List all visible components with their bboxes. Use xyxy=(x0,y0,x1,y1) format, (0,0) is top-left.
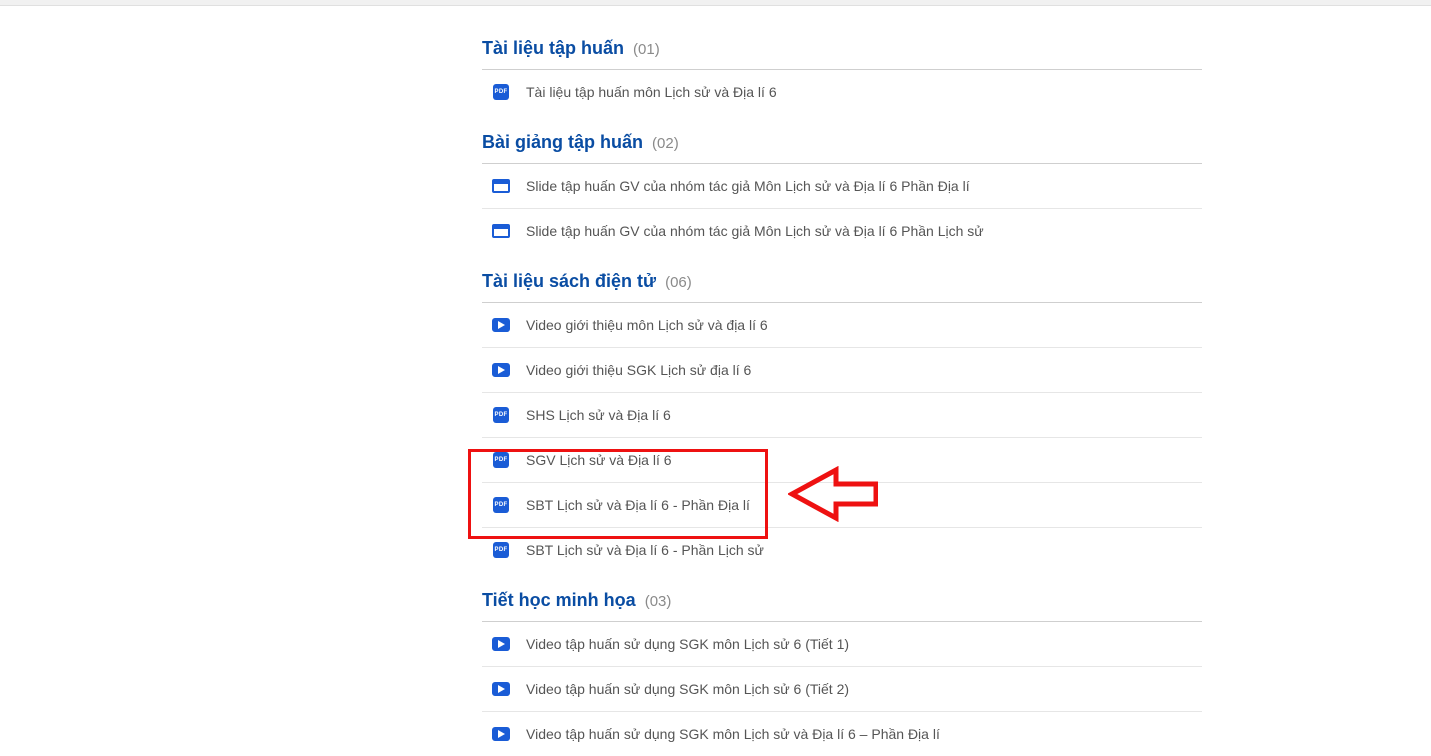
browser-chrome-sliver xyxy=(0,0,1431,6)
section-header: Tiết học minh họa (03) xyxy=(482,590,1202,622)
section-title: Tài liệu tập huấn xyxy=(482,38,624,58)
slide-icon xyxy=(490,179,512,193)
item-label: Slide tập huấn GV của nhóm tác giả Môn L… xyxy=(526,178,970,194)
list-item[interactable]: PDF Tài liệu tập huấn môn Lịch sử và Địa… xyxy=(482,70,1202,114)
item-label: Video tập huấn sử dụng SGK môn Lịch sử 6… xyxy=(526,681,849,697)
section-header: Tài liệu tập huấn (01) xyxy=(482,38,1202,70)
pdf-icon: PDF xyxy=(490,84,512,100)
item-label: Slide tập huấn GV của nhóm tác giả Môn L… xyxy=(526,223,984,239)
section-title: Tiết học minh họa xyxy=(482,590,636,610)
section-bai-giang-tap-huan: Bài giảng tập huấn (02) Slide tập huấn G… xyxy=(482,132,1202,253)
item-label: SBT Lịch sử và Địa lí 6 - Phần Địa lí xyxy=(526,497,750,513)
section-count: (03) xyxy=(645,593,672,610)
slide-icon xyxy=(490,224,512,238)
list-item[interactable]: PDF SBT Lịch sử và Địa lí 6 - Phần Địa l… xyxy=(482,483,1202,528)
list-item[interactable]: Video giới thiệu SGK Lịch sử địa lí 6 xyxy=(482,348,1202,393)
section-tai-lieu-tap-huan: Tài liệu tập huấn (01) PDF Tài liệu tập … xyxy=(482,38,1202,114)
item-label: Tài liệu tập huấn môn Lịch sử và Địa lí … xyxy=(526,84,777,100)
list-item[interactable]: Video tập huấn sử dụng SGK môn Lịch sử v… xyxy=(482,712,1202,756)
document-list: Tài liệu tập huấn (01) PDF Tài liệu tập … xyxy=(482,10,1202,756)
video-icon xyxy=(490,682,512,696)
video-icon xyxy=(490,727,512,741)
item-label: SBT Lịch sử và Địa lí 6 - Phần Lịch sử xyxy=(526,542,764,558)
pdf-icon: PDF xyxy=(490,452,512,468)
list-item[interactable]: Video tập huấn sử dụng SGK môn Lịch sử 6… xyxy=(482,667,1202,712)
list-item[interactable]: Video tập huấn sử dụng SGK môn Lịch sử 6… xyxy=(482,622,1202,667)
item-label: Video tập huấn sử dụng SGK môn Lịch sử 6… xyxy=(526,636,849,652)
page-root: Tài liệu tập huấn (01) PDF Tài liệu tập … xyxy=(0,0,1431,756)
section-count: (06) xyxy=(665,274,692,291)
list-item[interactable]: Slide tập huấn GV của nhóm tác giả Môn L… xyxy=(482,209,1202,253)
list-item[interactable]: PDF SBT Lịch sử và Địa lí 6 - Phần Lịch … xyxy=(482,528,1202,572)
video-icon xyxy=(490,318,512,332)
item-label: Video giới thiệu SGK Lịch sử địa lí 6 xyxy=(526,362,751,378)
list-item[interactable]: PDF SGV Lịch sử và Địa lí 6 xyxy=(482,438,1202,483)
section-tiet-hoc-minh-hoa: Tiết học minh họa (03) Video tập huấn sử… xyxy=(482,590,1202,756)
pdf-icon: PDF xyxy=(490,497,512,513)
video-icon xyxy=(490,637,512,651)
list-item[interactable]: Slide tập huấn GV của nhóm tác giả Môn L… xyxy=(482,164,1202,209)
item-label: SHS Lịch sử và Địa lí 6 xyxy=(526,407,671,423)
item-label: Video tập huấn sử dụng SGK môn Lịch sử v… xyxy=(526,726,940,742)
list-item[interactable]: PDF SHS Lịch sử và Địa lí 6 xyxy=(482,393,1202,438)
item-label: SGV Lịch sử và Địa lí 6 xyxy=(526,452,672,468)
video-icon xyxy=(490,363,512,377)
section-header: Bài giảng tập huấn (02) xyxy=(482,132,1202,164)
item-label: Video giới thiệu môn Lịch sử và địa lí 6 xyxy=(526,317,768,333)
section-count: (02) xyxy=(652,135,679,152)
section-title: Tài liệu sách điện tử xyxy=(482,271,656,291)
pdf-icon: PDF xyxy=(490,407,512,423)
section-tai-lieu-sach-dien-tu: Tài liệu sách điện tử (06) Video giới th… xyxy=(482,271,1202,572)
pdf-icon: PDF xyxy=(490,542,512,558)
section-count: (01) xyxy=(633,41,660,58)
section-title: Bài giảng tập huấn xyxy=(482,132,643,152)
list-item[interactable]: Video giới thiệu môn Lịch sử và địa lí 6 xyxy=(482,303,1202,348)
section-header: Tài liệu sách điện tử (06) xyxy=(482,271,1202,303)
